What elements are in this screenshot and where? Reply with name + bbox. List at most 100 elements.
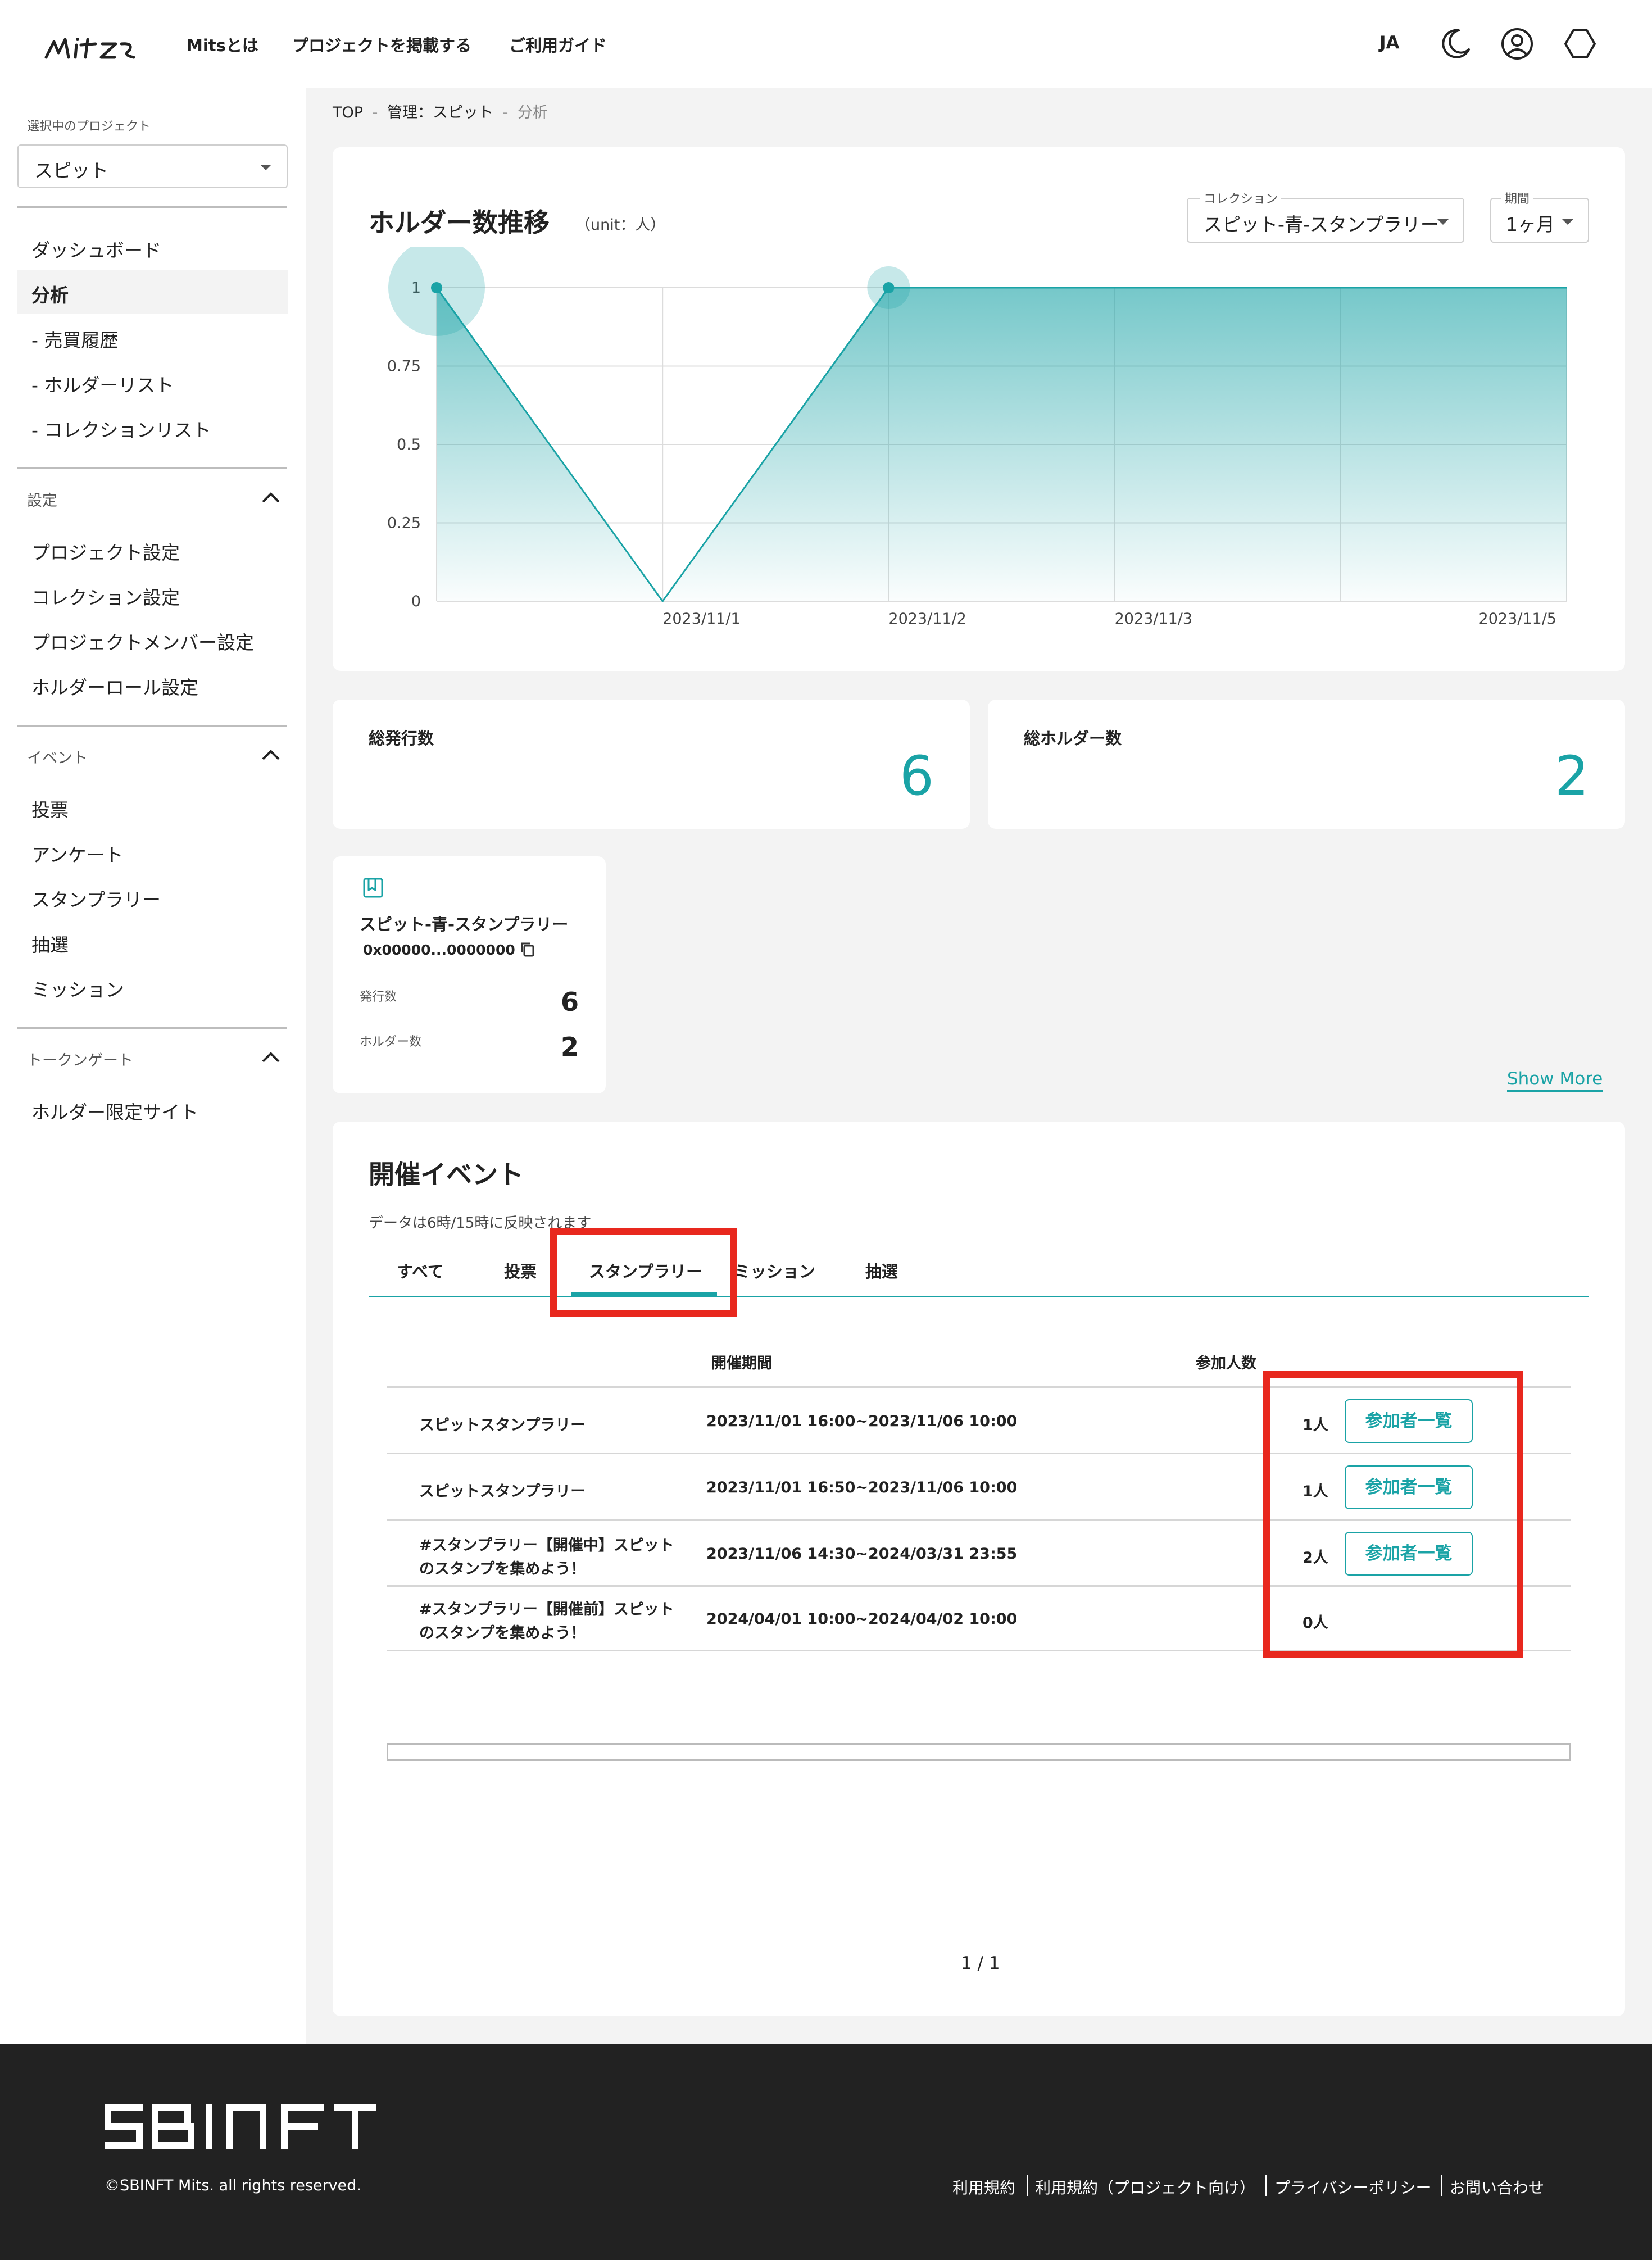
divider [17, 725, 287, 727]
event-name-line1: #スタンプラリー【開催中】スピット [419, 1537, 674, 1554]
x-tick-label: 2023/11/1 [662, 610, 740, 628]
sidebar-item-holder-list[interactable]: - ホルダーリスト [31, 370, 174, 397]
sidebar-item-survey[interactable]: アンケート [31, 840, 124, 867]
chart-title: ホルダー数推移 [369, 207, 550, 238]
footer [0, 2044, 1652, 2260]
event-name: スピットスタンプラリー [419, 1417, 586, 1434]
sidebar-item-analysis[interactable]: 分析 [31, 280, 69, 307]
tab-lottery[interactable]: 抽選 [865, 1259, 898, 1282]
sidebar-item-member-settings[interactable]: プロジェクトメンバー設定 [31, 628, 254, 655]
chevron-down-icon [260, 165, 271, 170]
breadcrumb: TOP - 管理：スピット - 分析 [333, 100, 548, 122]
sidebar-item-mission[interactable]: ミッション [31, 975, 124, 1002]
event-period: 2023/11/01 16:00~2023/11/06 10:00 [706, 1413, 1018, 1430]
project-select-value: スピット [34, 160, 108, 181]
language-switch[interactable]: JA [1379, 33, 1400, 53]
event-name-line2: のスタンプを集めよう！ [419, 1624, 586, 1642]
chevron-up-icon[interactable] [260, 746, 282, 763]
chevron-up-icon[interactable] [260, 1048, 282, 1065]
y-tick-label: 0.25 [387, 515, 421, 532]
collection-card[interactable]: スピット-青-スタンプラリー 0x00000...0000000 発行数 6 ホ… [333, 856, 606, 1093]
sidebar-item-vote[interactable]: 投票 [31, 795, 69, 822]
column-header-period: 開催期間 [711, 1355, 772, 1372]
chevron-down-icon [1437, 219, 1449, 225]
event-name: スピットスタンプラリー [419, 1483, 586, 1500]
tab-mission[interactable]: ミッション [734, 1259, 815, 1282]
collection-select-label: コレクション [1200, 189, 1282, 207]
events-section-title: イベント [27, 750, 88, 767]
account-icon[interactable] [1499, 26, 1535, 62]
pagination: 1 / 1 [961, 1953, 1000, 1973]
period-select-value: 1ヶ月 [1506, 214, 1555, 235]
tab-all[interactable]: すべて [397, 1259, 444, 1282]
sidebar-item-project-settings[interactable]: プロジェクト設定 [31, 538, 180, 565]
x-tick-label: 2023/11/5 [1479, 610, 1556, 628]
events-title: 開催イベント [369, 1159, 524, 1190]
collection-name: スピット-青-スタンプラリー [360, 915, 569, 934]
horizontal-scrollbar[interactable] [387, 1743, 1571, 1761]
highlight-box-participants [1263, 1371, 1523, 1658]
y-tick-label: 0.5 [397, 436, 421, 453]
y-tick-label: 0.75 [387, 358, 421, 375]
total-issued-value: 6 [899, 745, 934, 807]
hexagon-icon[interactable] [1562, 26, 1598, 62]
event-period: 2023/11/06 14:30~2024/03/31 23:55 [706, 1545, 1018, 1563]
x-tick-label: 2023/11/3 [1115, 610, 1192, 628]
holders-value: 2 [560, 1032, 579, 1062]
chart-unit: （unit：人） [575, 216, 666, 234]
sidebar: 選択中のプロジェクト スピット ダッシュボード 分析 - 売買履歴 - ホルダー… [0, 88, 306, 2044]
sidebar-item-holder-only-site[interactable]: ホルダー限定サイト [31, 1097, 198, 1124]
event-period: 2024/04/01 10:00~2024/04/02 10:00 [706, 1610, 1018, 1628]
y-tick-label: 0 [411, 593, 421, 610]
sbinft-logo[interactable] [105, 2104, 376, 2151]
sidebar-item-lottery[interactable]: 抽選 [31, 930, 69, 957]
copyright: ©SBINFT Mits. all rights reserved. [105, 2177, 361, 2194]
breadcrumb-manage[interactable]: 管理：スピット [387, 104, 493, 121]
nav-post-project[interactable]: プロジェクトを掲載する [292, 33, 471, 56]
footer-link-privacy[interactable]: プライバシーポリシー [1274, 2176, 1431, 2198]
footer-separator [1265, 2175, 1267, 2196]
mits-logo[interactable] [44, 26, 139, 65]
breadcrumb-separator: - [502, 104, 509, 121]
issued-label: 発行数 [360, 990, 397, 1004]
total-holders-card: 総ホルダー数 2 [988, 700, 1625, 829]
data-point [883, 282, 895, 293]
chevron-up-icon[interactable] [260, 488, 282, 505]
total-issued-label: 総発行数 [369, 729, 434, 748]
divider [17, 467, 287, 469]
settings-section-title: 設定 [27, 492, 57, 510]
footer-link-terms[interactable]: 利用規約 [952, 2176, 1015, 2198]
nav-user-guide[interactable]: ご利用ガイド [509, 33, 607, 56]
issued-value: 6 [560, 987, 579, 1017]
total-holders-value: 2 [1554, 745, 1589, 807]
highlight-box-tab [550, 1228, 737, 1317]
copy-icon[interactable] [519, 941, 536, 959]
show-more-link[interactable]: Show More [1507, 1069, 1603, 1092]
project-select[interactable]: スピット [17, 144, 288, 188]
sidebar-item-collection-list[interactable]: - コレクションリスト [31, 415, 211, 442]
moon-icon[interactable] [1436, 26, 1472, 62]
breadcrumb-current: 分析 [517, 104, 548, 121]
sidebar-item-stamp-rally[interactable]: スタンプラリー [31, 885, 161, 912]
total-issued-card: 総発行数 6 [333, 700, 970, 829]
breadcrumb-top[interactable]: TOP [333, 104, 363, 121]
divider [17, 1027, 287, 1029]
event-name-line2: のスタンプを集めよう！ [419, 1560, 586, 1578]
tab-vote[interactable]: 投票 [504, 1259, 537, 1282]
top-header: Mitsとは プロジェクトを掲載する ご利用ガイド JA [0, 0, 1652, 88]
holders-label: ホルダー数 [360, 1035, 422, 1049]
footer-link-contact[interactable]: お問い合わせ [1450, 2176, 1544, 2198]
footer-separator [1441, 2175, 1442, 2196]
event-period: 2023/11/01 16:50~2023/11/06 10:00 [706, 1479, 1018, 1496]
book-icon [363, 878, 383, 898]
nav-about-mits[interactable]: Mitsとは [187, 33, 258, 56]
sidebar-item-dashboard[interactable]: ダッシュボード [31, 235, 161, 262]
x-tick-label: 2023/11/2 [888, 610, 966, 628]
chevron-down-icon [1562, 219, 1573, 225]
sidebar-item-collection-settings[interactable]: コレクション設定 [31, 583, 180, 610]
sidebar-item-holder-role-settings[interactable]: ホルダーロール設定 [31, 673, 198, 700]
period-select-label: 期間 [1501, 189, 1533, 207]
footer-link-project-terms[interactable]: 利用規約（プロジェクト向け） [1035, 2176, 1255, 2198]
sidebar-item-sales-history[interactable]: - 売買履歴 [31, 325, 118, 352]
divider [17, 206, 287, 208]
